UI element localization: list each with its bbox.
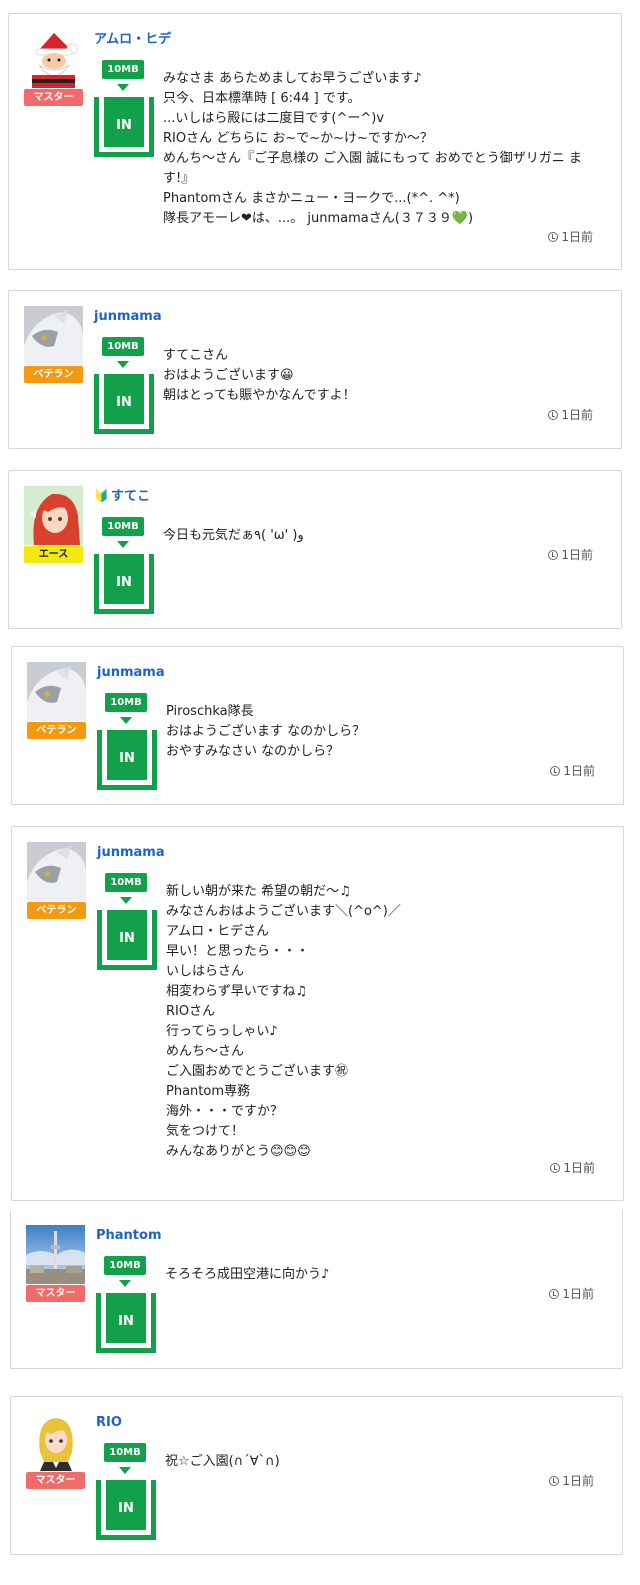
username[interactable]: junmama (97, 844, 165, 861)
timestamp-text: 1日前 (561, 408, 593, 422)
post-card: マスター アムロ・ヒデ 10MB IN みなさま あらためましてお早うございます… (8, 13, 622, 270)
size-badge: 10MB (105, 693, 147, 712)
timestamp: 1日前 (550, 763, 595, 779)
status-box: IN (96, 1480, 156, 1540)
redhair-girl-avatar[interactable] (24, 486, 83, 545)
timestamp: 1日前 (548, 547, 593, 563)
post-card: エース 🔰 すてこ 10MB IN 今日も元気だぁ٩( 'ω' )و 1日前 (8, 470, 622, 629)
size-badge: 10MB (105, 873, 147, 892)
timestamp: 1日前 (550, 1160, 595, 1176)
post-card: マスター RIO 10MB IN 祝☆ご入園(∩´∀`∩) 1日前 (10, 1396, 623, 1555)
status-box: IN (94, 554, 154, 614)
size-badge: 10MB (102, 337, 144, 356)
timestamp-text: 1日前 (562, 1287, 594, 1301)
clock-icon (550, 766, 561, 776)
beginner-mark-icon: 🔰 (94, 489, 109, 503)
message-text: すてこさん おはようございます😀 朝はとっても賑やかなんですよ！ (163, 348, 356, 403)
arrow-down-icon (117, 541, 129, 548)
clock-icon (549, 1476, 560, 1486)
post-card: マスター Phantom 10MB IN そろそろ成田空港に向かう♪ 1日前 (10, 1210, 623, 1369)
username[interactable]: junmama (97, 664, 165, 681)
size-badge: 10MB (104, 1256, 146, 1275)
status-label: IN (104, 554, 144, 604)
tower-photo-avatar[interactable] (26, 1225, 85, 1284)
santa-avatar[interactable] (24, 29, 83, 88)
arrow-down-icon (117, 361, 129, 368)
arrow-down-icon (120, 717, 132, 724)
timestamp-text: 1日前 (563, 764, 595, 778)
username[interactable]: junmama (94, 308, 162, 325)
clock-icon (548, 232, 559, 242)
blonde-girl-avatar[interactable] (26, 1412, 85, 1471)
message-text: 新しい朝が来た 希望の朝だ～♫ みなさんおはようございます＼(^o^)／ アムロ… (166, 884, 401, 1159)
post-card: ベテラン junmama 10MB IN すてこさん おはようございます😀 朝は… (8, 290, 622, 449)
username-text[interactable]: RIO (96, 1415, 122, 1430)
arrow-down-icon (119, 1280, 131, 1287)
username[interactable]: Phantom (96, 1227, 162, 1244)
rank-badge: ベテラン (27, 722, 86, 739)
rank-badge: マスター (26, 1285, 85, 1302)
wolf-avatar[interactable] (27, 842, 86, 901)
post-card: ベテラン junmama 10MB IN 新しい朝が来た 希望の朝だ～♫ みなさ… (11, 826, 624, 1201)
timestamp: 1日前 (549, 1286, 594, 1302)
status-label: IN (107, 730, 147, 780)
timestamp-text: 1日前 (561, 230, 593, 244)
arrow-down-icon (117, 84, 129, 91)
size-badge: 10MB (102, 517, 144, 536)
clock-icon (548, 550, 559, 560)
timestamp: 1日前 (549, 1473, 594, 1489)
post-card: ベテラン junmama 10MB IN Piroschka隊長 おはようござい… (11, 646, 624, 805)
message-text: みなさま あらためましてお早うございます♪ 只今、日本標準時 [ 6:44 ] … (163, 71, 582, 226)
wolf-avatar[interactable] (27, 662, 86, 721)
status-box: IN (94, 374, 154, 434)
timestamp-text: 1日前 (561, 548, 593, 562)
timestamp: 1日前 (548, 229, 593, 245)
username-text[interactable]: アムロ・ヒデ (94, 32, 171, 47)
rank-badge: マスター (24, 89, 83, 106)
timestamp-text: 1日前 (563, 1161, 595, 1175)
clock-icon (548, 410, 559, 420)
wolf-avatar[interactable] (24, 306, 83, 365)
status-label: IN (104, 97, 144, 147)
clock-icon (549, 1289, 560, 1299)
size-badge: 10MB (102, 60, 144, 79)
arrow-down-icon (119, 1467, 131, 1474)
status-label: IN (106, 1480, 146, 1530)
rank-badge: エース (24, 546, 83, 563)
message-text: 祝☆ご入園(∩´∀`∩) (165, 1454, 280, 1469)
rank-badge: マスター (26, 1472, 85, 1489)
rank-badge: ベテラン (27, 902, 86, 919)
status-box: IN (97, 730, 157, 790)
status-label: IN (106, 1293, 146, 1343)
username[interactable]: RIO (96, 1414, 122, 1431)
username[interactable]: 🔰 すてこ (94, 488, 150, 505)
status-box: IN (97, 910, 157, 970)
arrow-down-icon (120, 897, 132, 904)
status-box: IN (96, 1293, 156, 1353)
username[interactable]: アムロ・ヒデ (94, 31, 171, 48)
status-label: IN (104, 374, 144, 424)
size-badge: 10MB (104, 1443, 146, 1462)
message-text: そろそろ成田空港に向かう♪ (165, 1267, 330, 1282)
status-label: IN (107, 910, 147, 960)
username-text[interactable]: すてこ (111, 489, 150, 504)
timestamp: 1日前 (548, 407, 593, 423)
username-text[interactable]: junmama (97, 665, 165, 680)
timestamp-text: 1日前 (562, 1474, 594, 1488)
username-text[interactable]: junmama (94, 309, 162, 324)
status-box: IN (94, 97, 154, 157)
rank-badge: ベテラン (24, 366, 83, 383)
username-text[interactable]: Phantom (96, 1228, 162, 1243)
username-text[interactable]: junmama (97, 845, 165, 860)
clock-icon (550, 1163, 561, 1173)
message-text: Piroschka隊長 おはようございます なのかしら？ おやすみなさい なのか… (166, 704, 366, 759)
message-text: 今日も元気だぁ٩( 'ω' )و (163, 528, 304, 543)
